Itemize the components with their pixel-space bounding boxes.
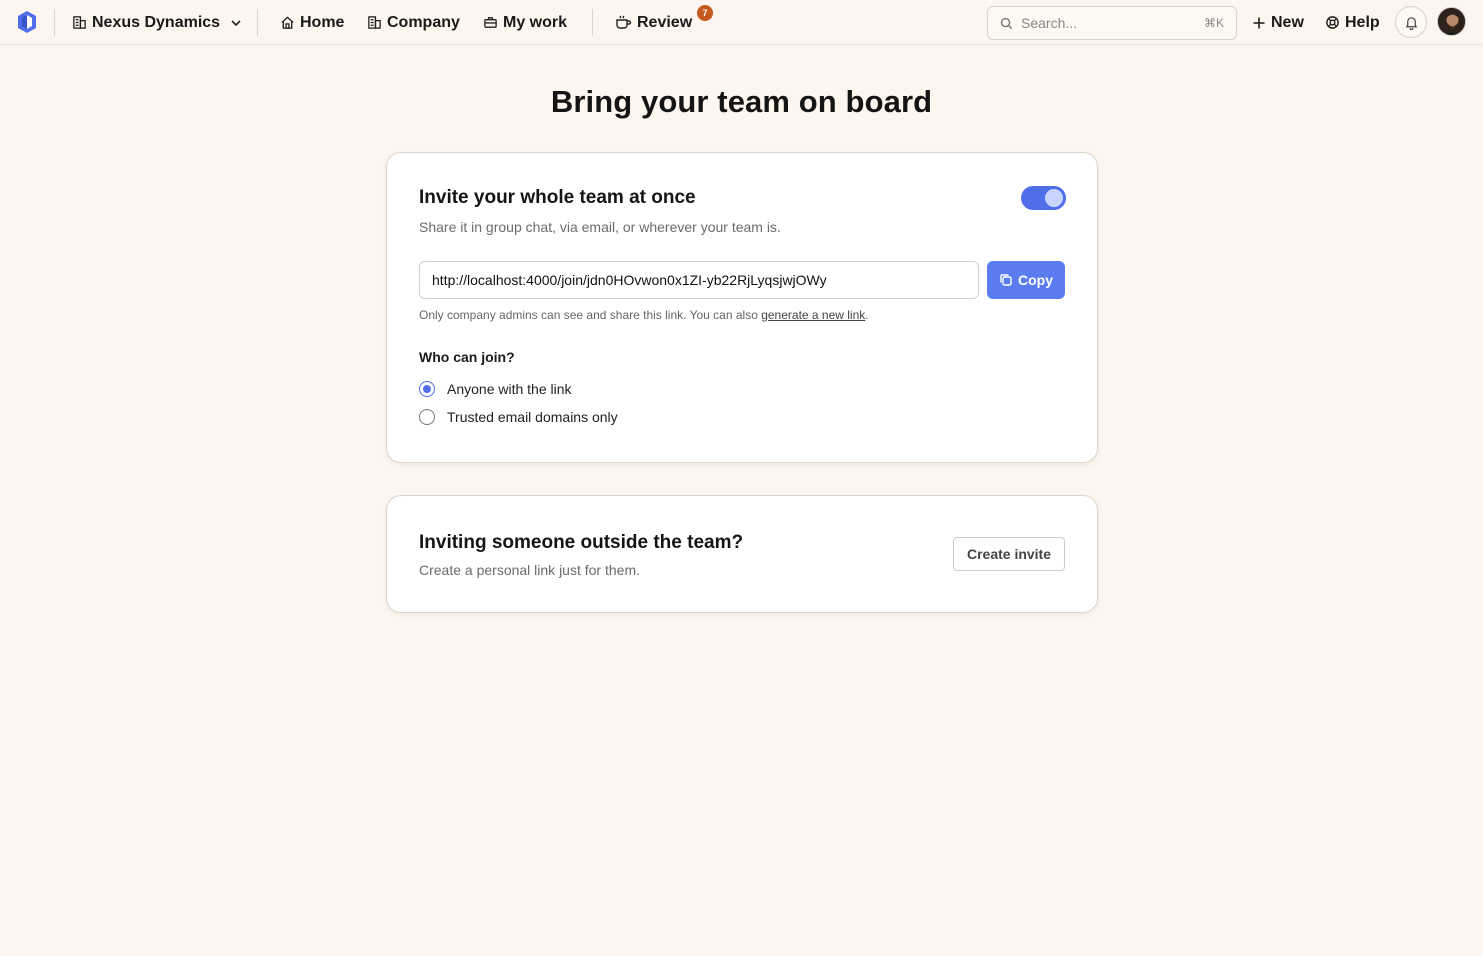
search-shortcut: ⌘K: [1203, 16, 1224, 30]
divider: [54, 9, 55, 36]
divider: [592, 9, 593, 36]
nav-company-label: Company: [387, 13, 460, 31]
search-icon: [1000, 17, 1013, 29]
radio-button[interactable]: [419, 409, 435, 425]
radio-anyone-with-link[interactable]: Anyone with the link: [419, 381, 572, 397]
radio-anyone-label: Anyone with the link: [447, 381, 572, 397]
invite-card-subtitle: Share it in group chat, via email, or wh…: [419, 219, 781, 235]
admin-hint: Only company admins can see and share th…: [419, 308, 869, 322]
toggle-knob: [1045, 189, 1063, 207]
outside-card-subtitle: Create a personal link just for them.: [419, 562, 640, 578]
admin-hint-text: Only company admins can see and share th…: [419, 308, 762, 322]
radio-trusted-label: Trusted email domains only: [447, 409, 618, 425]
invite-card-title: Invite your whole team at once: [419, 187, 696, 208]
top-bar: Nexus Dynamics Home Company My work Revi…: [0, 0, 1483, 45]
user-avatar[interactable]: [1437, 7, 1466, 36]
help-button[interactable]: Help: [1325, 0, 1380, 45]
nav-review[interactable]: Review: [615, 0, 692, 45]
invite-link-toggle[interactable]: [1021, 186, 1066, 210]
bell-icon: [1405, 16, 1417, 30]
radio-button-checked[interactable]: [419, 381, 435, 397]
app-logo-icon[interactable]: [14, 9, 40, 35]
invite-link-card: Invite your whole team at once Share it …: [386, 152, 1098, 463]
search-input[interactable]: [1021, 15, 1204, 31]
briefcase-icon: [484, 17, 497, 28]
copy-icon: [1000, 274, 1012, 286]
outside-card-title: Inviting someone outside the team?: [419, 532, 744, 553]
notifications-button[interactable]: [1395, 6, 1427, 38]
create-invite-button[interactable]: Create invite: [953, 537, 1065, 571]
coffee-cup-icon: [616, 15, 632, 29]
copy-button-label: Copy: [1018, 272, 1053, 288]
page-title: Bring your team on board: [550, 84, 933, 119]
divider: [257, 9, 258, 36]
plus-icon: [1253, 17, 1265, 28]
who-can-join-label: Who can join?: [419, 349, 515, 365]
copy-link-button[interactable]: Copy: [987, 261, 1065, 299]
building-icon: [73, 16, 86, 29]
help-button-label: Help: [1345, 13, 1380, 31]
admin-hint-end: .: [865, 308, 869, 322]
user-avatar-icon: [1438, 8, 1465, 35]
chevron-down-icon: [231, 19, 241, 26]
nav-my-work[interactable]: My work: [483, 0, 567, 45]
radio-trusted-domains[interactable]: Trusted email domains only: [419, 409, 618, 425]
building-icon: [368, 16, 381, 29]
company-name: Nexus Dynamics: [92, 13, 221, 31]
nav-review-label: Review: [637, 13, 693, 31]
nav-home-label: Home: [300, 13, 345, 31]
nav-home[interactable]: Home: [280, 0, 344, 45]
new-button[interactable]: New: [1252, 0, 1304, 45]
invite-link-field[interactable]: [419, 261, 979, 299]
help-lifebuoy-icon: [1326, 16, 1339, 29]
nav-company[interactable]: Company: [367, 0, 460, 45]
home-icon: [281, 16, 294, 29]
search-box[interactable]: ⌘K: [987, 6, 1237, 40]
nav-my-work-label: My work: [503, 13, 568, 31]
generate-new-link[interactable]: generate a new link: [761, 308, 865, 322]
outside-invite-card: Inviting someone outside the team? Creat…: [386, 495, 1098, 613]
review-count-badge: 7: [697, 5, 713, 21]
new-button-label: New: [1271, 13, 1304, 31]
company-switcher[interactable]: Nexus Dynamics: [72, 0, 243, 45]
